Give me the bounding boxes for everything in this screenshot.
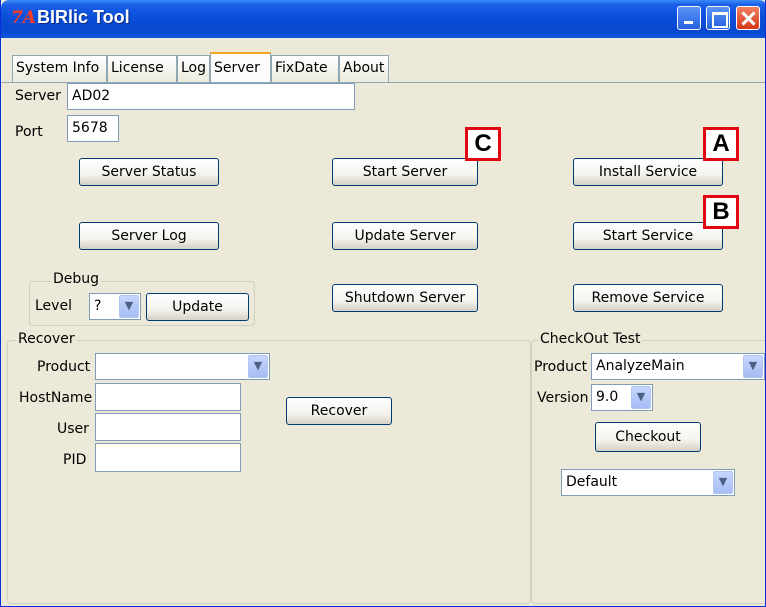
- recover-product-select[interactable]: ▼: [95, 353, 270, 380]
- port-label: Port: [15, 124, 43, 140]
- tab-license[interactable]: License: [107, 55, 177, 82]
- version-select-value: 9.0: [596, 389, 619, 405]
- version-select[interactable]: 9.0 ▼: [591, 384, 653, 411]
- hostname-label: HostName: [19, 390, 93, 406]
- app-logo-icon: 7A: [11, 8, 37, 28]
- server-label: Server: [15, 88, 61, 104]
- server-field[interactable]: AD02: [67, 83, 355, 110]
- user-label: User: [57, 421, 89, 437]
- hostname-field[interactable]: [95, 383, 241, 411]
- level-select[interactable]: ? ▼: [89, 293, 141, 320]
- tab-log[interactable]: Log: [177, 55, 210, 82]
- start-service-button[interactable]: Start Service: [573, 222, 723, 250]
- callout-b: B: [703, 195, 739, 229]
- server-log-button[interactable]: Server Log: [79, 222, 219, 250]
- checkout-product-select[interactable]: AnalyzeMain ▼: [591, 353, 765, 380]
- level-select-value: ?: [94, 298, 102, 314]
- chevron-down-icon[interactable]: ▼: [713, 471, 733, 494]
- window-title: BIRlic Tool: [37, 7, 130, 27]
- user-field[interactable]: [95, 413, 241, 441]
- title-bar[interactable]: 7A BIRlic Tool: [1, 0, 765, 38]
- profile-select-value: Default: [566, 474, 618, 490]
- shutdown-server-button[interactable]: Shutdown Server: [332, 284, 478, 312]
- recover-group-title: Recover: [16, 331, 77, 347]
- level-label: Level: [35, 298, 72, 314]
- tab-fixdate[interactable]: FixDate: [271, 55, 339, 82]
- chevron-down-icon[interactable]: ▼: [119, 295, 139, 318]
- pid-field[interactable]: [95, 443, 241, 472]
- checkout-product-label: Product: [534, 359, 588, 375]
- version-label: Version: [537, 390, 589, 406]
- chevron-down-icon[interactable]: ▼: [743, 355, 763, 378]
- remove-service-button[interactable]: Remove Service: [573, 284, 723, 312]
- close-button[interactable]: [736, 6, 760, 30]
- tab-about[interactable]: About: [339, 55, 389, 82]
- chevron-down-icon[interactable]: ▼: [248, 355, 268, 378]
- checkout-button[interactable]: Checkout: [595, 422, 701, 452]
- start-server-button[interactable]: Start Server: [332, 158, 478, 186]
- callout-a: A: [703, 127, 739, 161]
- debug-update-button[interactable]: Update: [146, 293, 249, 321]
- tab-server[interactable]: Server: [210, 52, 271, 83]
- checkout-group-title: CheckOut Test: [538, 331, 643, 347]
- recover-button[interactable]: Recover: [286, 397, 392, 425]
- pid-label: PID: [63, 452, 87, 468]
- tab-system-info[interactable]: System Info: [12, 55, 107, 82]
- checkout-product-value: AnalyzeMain: [596, 358, 685, 374]
- install-service-button[interactable]: Install Service: [573, 158, 723, 186]
- callout-c: C: [465, 127, 501, 161]
- chevron-down-icon[interactable]: ▼: [631, 386, 651, 409]
- minimize-button[interactable]: [677, 6, 701, 30]
- server-status-button[interactable]: Server Status: [79, 158, 219, 186]
- update-server-button[interactable]: Update Server: [332, 222, 478, 250]
- port-field[interactable]: 5678: [67, 115, 119, 142]
- app-window: 7A BIRlic Tool System Info License Log S…: [0, 0, 766, 607]
- debug-group-title: Debug: [51, 271, 102, 287]
- profile-select[interactable]: Default ▼: [561, 469, 735, 496]
- maximize-button[interactable]: [706, 6, 730, 30]
- recover-product-label: Product: [37, 359, 91, 375]
